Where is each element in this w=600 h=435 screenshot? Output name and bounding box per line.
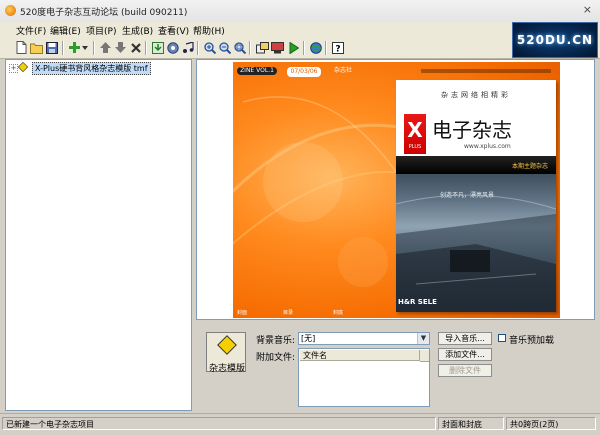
app-icon xyxy=(5,5,16,16)
bg-music-value: [无] xyxy=(301,334,316,343)
bg-music-label: 背景音乐: xyxy=(256,336,296,346)
import-icon[interactable] xyxy=(150,40,165,55)
menu-file[interactable]: 文件(F) xyxy=(16,24,46,37)
attachment-list[interactable]: 文件名 xyxy=(298,348,430,407)
properties-panel: 杂志模版 背景音乐: [无] ▼ 附加文件: 文件名 导入音乐... 添加文件.… xyxy=(196,322,595,411)
build-icon[interactable] xyxy=(255,40,270,55)
cover-band-text: 本期主题杂志 xyxy=(511,163,548,170)
delete-icon[interactable] xyxy=(128,40,143,55)
new-file-icon[interactable] xyxy=(14,40,29,55)
toolbar-separator xyxy=(62,41,64,55)
toolbar-separator xyxy=(93,41,95,55)
help-icon[interactable]: ? xyxy=(330,40,345,55)
cover-photo-footer: H&R SELE xyxy=(398,298,437,306)
status-page-info: 共0跨页(2页) xyxy=(506,417,596,430)
play-icon[interactable] xyxy=(286,40,301,55)
file-list-header-filler xyxy=(420,350,429,362)
magazine-bottom-bar: 封面 目录 封底 xyxy=(233,309,560,318)
publish-icon[interactable] xyxy=(270,40,285,55)
template-button-label: 杂志模版 xyxy=(208,364,245,374)
cover-photo: 创造不凡，漂亮风景 H&R SELE xyxy=(396,174,556,312)
zoom-out-icon[interactable] xyxy=(217,40,232,55)
attach-file-label: 附加文件: xyxy=(256,353,296,363)
close-icon[interactable]: × xyxy=(583,3,592,16)
zoom-in-icon[interactable] xyxy=(202,40,217,55)
template-button[interactable]: 杂志模版 xyxy=(206,332,246,374)
add-dropdown-icon[interactable] xyxy=(80,40,89,55)
brand-logo: 520DU.CN xyxy=(512,22,598,58)
magazine-bottom-label-contents: 目录 xyxy=(283,310,294,316)
chevron-down-icon[interactable]: ▼ xyxy=(417,333,429,344)
menu-view[interactable]: 查看(V) xyxy=(158,24,189,37)
window-title: 520度电子杂志互动论坛 (build 090211) xyxy=(20,8,188,18)
title-bar: 520度电子杂志互动论坛 (build 090211) × xyxy=(0,0,600,23)
cover-photo-caption: 创造不凡，漂亮风景 xyxy=(440,192,495,199)
magazine-bottom-label-cover: 封面 xyxy=(237,310,248,316)
bg-music-select[interactable]: [无] ▼ xyxy=(298,332,430,345)
zoom-fit-icon[interactable] xyxy=(232,40,247,55)
toolbar-separator xyxy=(249,41,251,55)
add-file-button[interactable]: 添加文件... xyxy=(438,348,492,361)
tree-item-template[interactable]: X-Plus硬书背风格杂志模版 tmf xyxy=(32,62,151,75)
project-tree[interactable]: + X-Plus硬书背风格杂志模版 tmf xyxy=(5,59,192,411)
status-message: 已新建一个电子杂志项目 xyxy=(2,417,436,430)
magazine-spread: ZINE VOL.1 07/03/06 杂志社 杂志网络相精彩 X PLUS 电… xyxy=(233,62,560,318)
status-bar: 已新建一个电子杂志项目 封面和封底 共0跨页(2页) xyxy=(0,413,600,435)
music-icon[interactable] xyxy=(180,40,195,55)
magazine-preview: ZINE VOL.1 07/03/06 杂志社 杂志网络相精彩 X PLUS 电… xyxy=(196,59,595,320)
toolbar-separator xyxy=(325,41,327,55)
open-folder-icon[interactable] xyxy=(29,40,44,55)
menu-bar: 文件(F) 编辑(E) 项目(P) 生成(B) 查看(V) 帮助(H) xyxy=(0,22,600,38)
magazine-bottom-label-back: 封底 xyxy=(333,310,344,316)
magazine-top-strip xyxy=(421,69,551,73)
preload-music-checkbox[interactable] xyxy=(498,334,506,342)
toolbar: ? xyxy=(0,38,600,59)
magazine-cover: 杂志网络相精彩 X PLUS 电子杂志 www.xplus.com 本期主题杂志… xyxy=(396,80,556,312)
cover-title: 电子杂志 xyxy=(432,118,512,142)
delete-file-button[interactable]: 删除文件 xyxy=(438,364,492,377)
status-cover-info: 封面和封底 xyxy=(438,417,504,430)
magazine-publisher-label: 杂志社 xyxy=(333,67,352,74)
magazine-date-label: 07/03/06 xyxy=(287,67,321,77)
toolbar-separator xyxy=(145,41,147,55)
tree-expander-icon[interactable]: + xyxy=(9,64,18,73)
globe-icon[interactable] xyxy=(308,40,323,55)
menu-help[interactable]: 帮助(H) xyxy=(193,24,225,37)
save-icon[interactable] xyxy=(44,40,59,55)
template-diamond-icon xyxy=(217,335,237,355)
import-music-button[interactable]: 导入音乐... xyxy=(438,332,492,345)
move-up-icon[interactable] xyxy=(98,40,113,55)
file-name-column-header[interactable]: 文件名 xyxy=(300,350,420,361)
cover-plus-text: PLUS xyxy=(408,144,422,150)
template-diamond-icon xyxy=(18,62,28,72)
menu-build[interactable]: 生成(B) xyxy=(122,24,153,37)
cover-url: www.xplus.com xyxy=(464,143,511,150)
settings-icon[interactable] xyxy=(165,40,180,55)
toolbar-separator xyxy=(197,41,199,55)
magazine-top-bar: ZINE VOL.1 07/03/06 杂志社 xyxy=(233,62,560,78)
menu-project[interactable]: 项目(P) xyxy=(86,24,116,37)
cover-band: 本期主题杂志 xyxy=(396,156,556,174)
toolbar-separator xyxy=(303,41,305,55)
move-down-icon[interactable] xyxy=(113,40,128,55)
menu-edit[interactable]: 编辑(E) xyxy=(50,24,81,37)
svg-text:?: ? xyxy=(335,44,340,54)
preload-music-label: 音乐预加载 xyxy=(509,336,555,346)
magazine-volume-label: ZINE VOL.1 xyxy=(237,67,277,75)
cover-header-text: 杂志网络相精彩 xyxy=(441,91,511,99)
